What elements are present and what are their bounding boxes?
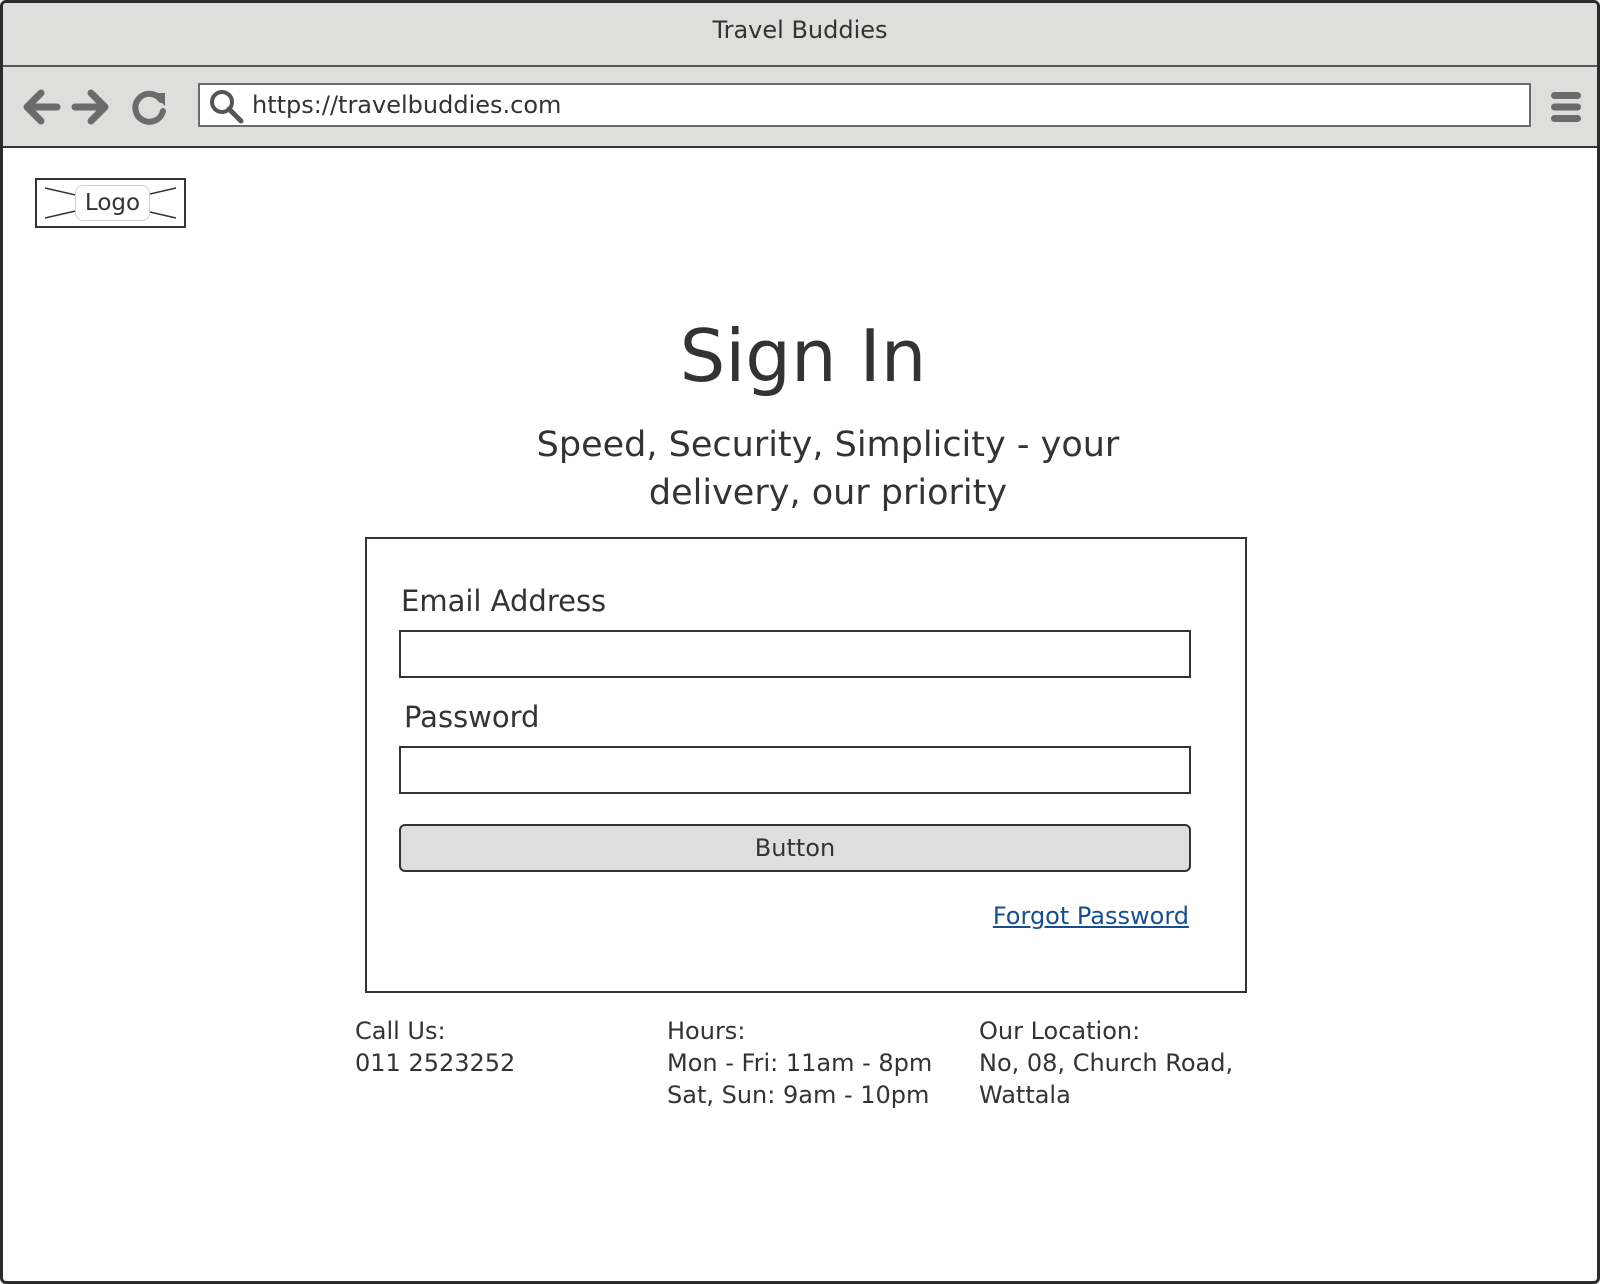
- email-field[interactable]: [399, 630, 1191, 678]
- back-arrow-icon[interactable]: [21, 87, 61, 127]
- hours-heading: Hours:: [667, 1017, 746, 1045]
- sign-in-button[interactable]: Button: [399, 824, 1191, 872]
- location-line-2: Wattala: [979, 1081, 1071, 1109]
- page-subtitle: Speed, Security, Simplicity - your deliv…: [503, 421, 1153, 517]
- call-heading: Call Us:: [355, 1017, 446, 1045]
- location-line-1: No, 08, Church Road,: [979, 1049, 1234, 1077]
- address-bar[interactable]: https://travelbuddies.com: [198, 83, 1531, 127]
- search-icon: [210, 90, 244, 124]
- browser-window: Travel Buddies https://travelbuddies.com: [0, 0, 1600, 1284]
- footer-contact: Call Us: 011 2523252: [355, 1015, 515, 1079]
- hours-weekdays: Mon - Fri: 11am - 8pm: [667, 1049, 933, 1077]
- subtitle-line-1: Speed, Security, Simplicity - your: [536, 425, 1120, 465]
- forgot-password-link[interactable]: Forgot Password: [993, 901, 1189, 931]
- subtitle-line-2: delivery, our priority: [648, 473, 1008, 513]
- forward-arrow-icon[interactable]: [71, 87, 111, 127]
- hours-weekend: Sat, Sun: 9am - 10pm: [667, 1081, 930, 1109]
- hamburger-menu-icon[interactable]: [1549, 89, 1583, 125]
- window-title-bar: Travel Buddies: [3, 3, 1597, 67]
- browser-toolbar: https://travelbuddies.com: [3, 67, 1597, 148]
- footer-hours: Hours: Mon - Fri: 11am - 8pm Sat, Sun: 9…: [667, 1015, 932, 1111]
- location-heading: Our Location:: [979, 1017, 1141, 1045]
- email-label: Email Address: [401, 584, 607, 618]
- reload-icon[interactable]: [130, 87, 170, 127]
- url-text: https://travelbuddies.com: [252, 91, 562, 119]
- window-title: Travel Buddies: [712, 16, 888, 44]
- logo-label: Logo: [75, 185, 150, 221]
- password-label: Password: [404, 700, 540, 734]
- sign-in-form: Email Address Password Button Forgot Pas…: [365, 537, 1247, 993]
- phone-number: 011 2523252: [355, 1049, 516, 1077]
- page-title: Sign In: [679, 314, 927, 398]
- footer-location: Our Location: No, 08, Church Road, Watta…: [979, 1015, 1233, 1111]
- logo[interactable]: Logo: [35, 178, 186, 228]
- password-field[interactable]: [399, 746, 1191, 794]
